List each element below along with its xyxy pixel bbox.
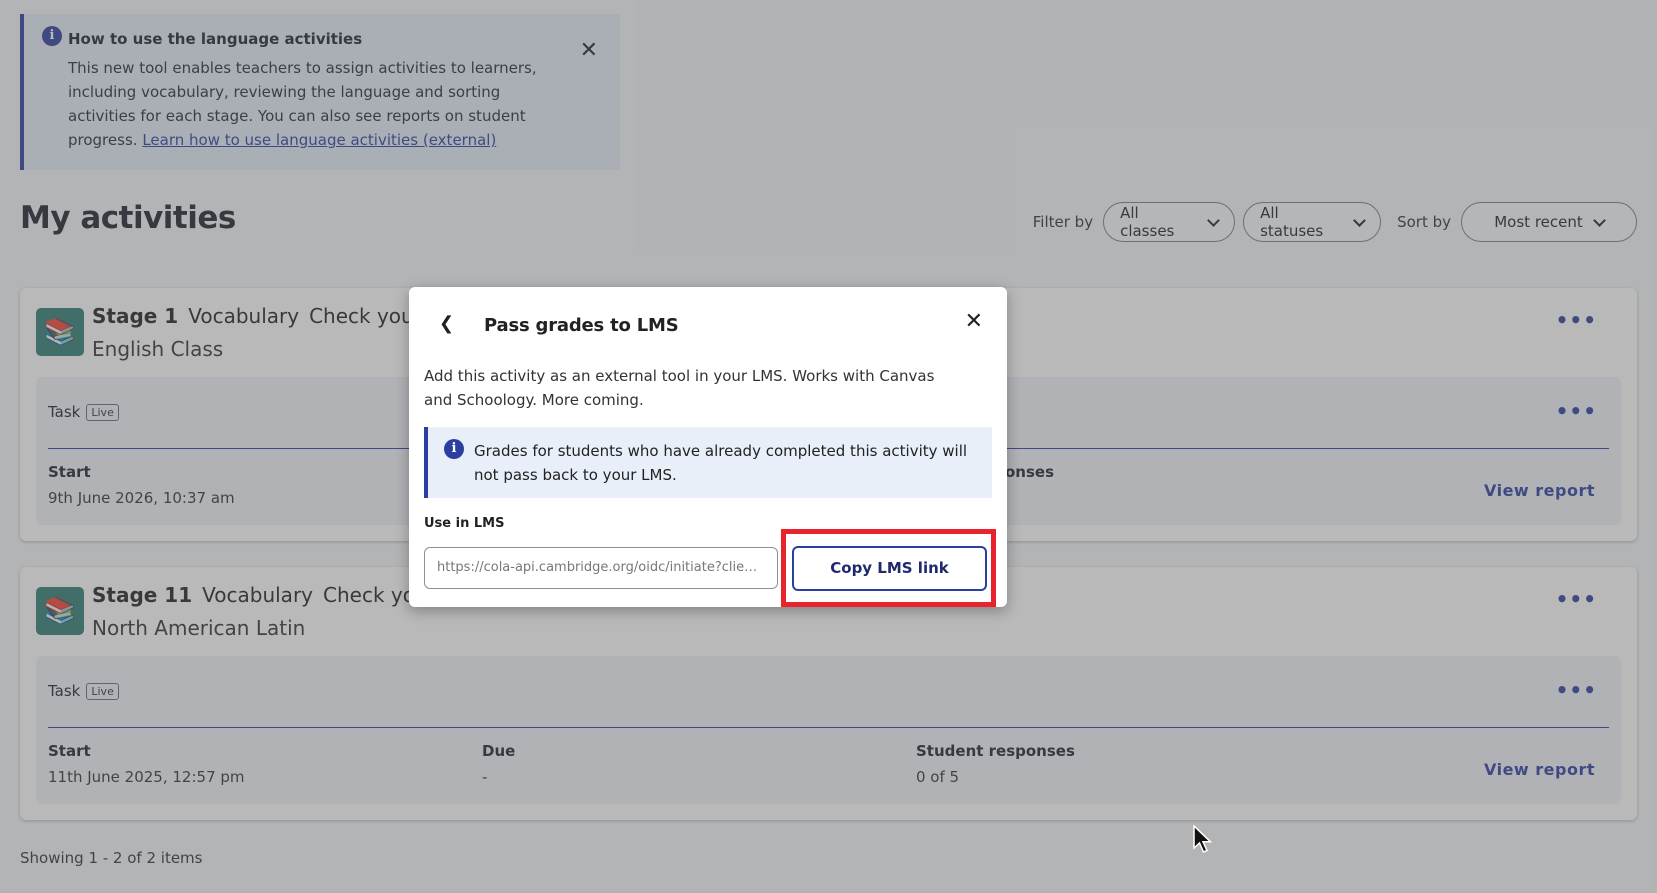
- back-arrow-icon[interactable]: ❮: [439, 313, 454, 334]
- info-icon: i: [444, 439, 464, 459]
- dialog-title: Pass grades to LMS: [484, 315, 679, 336]
- close-icon[interactable]: ✕: [965, 309, 983, 334]
- use-in-lms-label: Use in LMS: [424, 516, 505, 531]
- info-note-text: Grades for students who have already com…: [474, 442, 968, 484]
- copy-lms-link-button[interactable]: Copy LMS link: [792, 546, 987, 591]
- mouse-cursor-icon: [1193, 825, 1213, 853]
- info-note: i Grades for students who have already c…: [424, 427, 992, 498]
- pass-grades-dialog: ❮ Pass grades to LMS ✕ Add this activity…: [409, 287, 1007, 607]
- page: i How to use the language activities Thi…: [0, 0, 1657, 893]
- dialog-description: Add this activity as an external tool in…: [424, 367, 935, 409]
- lms-url-field[interactable]: https://cola-api.cambridge.org/oidc/init…: [424, 547, 778, 589]
